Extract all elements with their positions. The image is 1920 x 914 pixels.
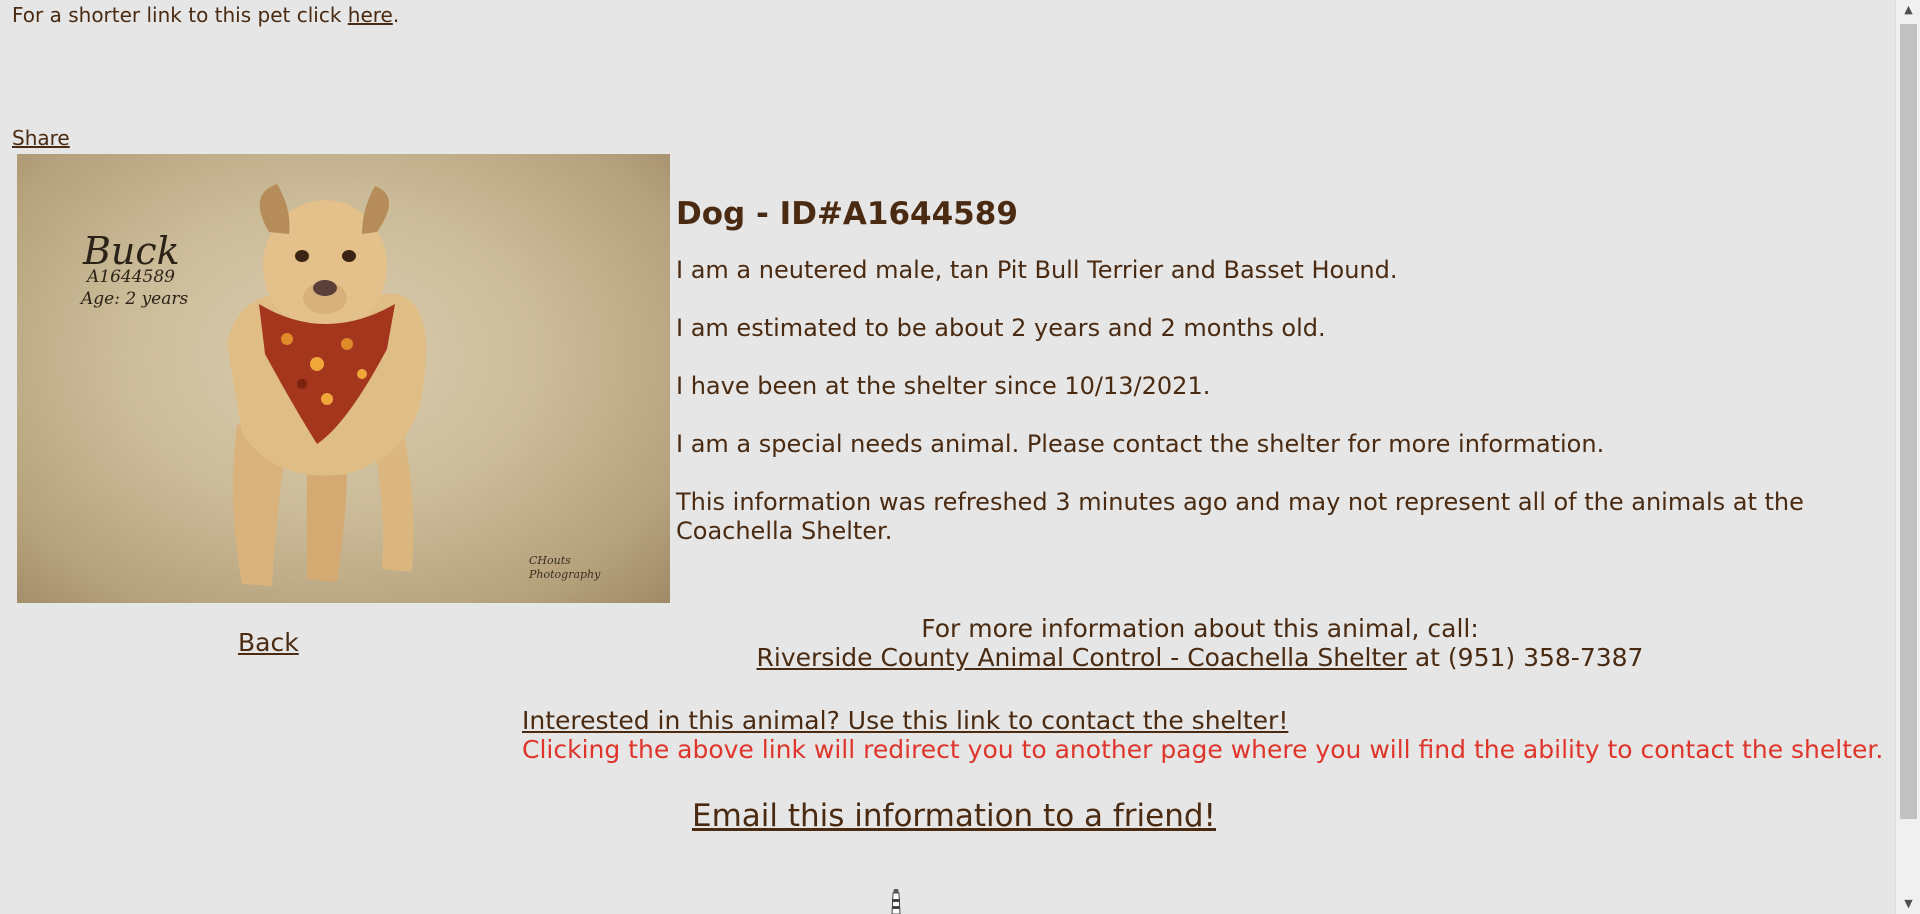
- photo-credit-line2: Photography: [529, 568, 601, 581]
- chevron-up-icon[interactable]: ▲: [1896, 0, 1920, 20]
- shelter-link[interactable]: Riverside County Animal Control - Coache…: [757, 643, 1407, 672]
- vertical-scrollbar[interactable]: ▲ ▼: [1895, 0, 1920, 914]
- contact-shelter-link[interactable]: Interested in this animal? Use this link…: [522, 706, 1288, 735]
- photo-pet-id: A1644589: [87, 267, 175, 287]
- interested-block: Interested in this animal? Use this link…: [522, 706, 1883, 764]
- photo-pet-age: Age: 2 years: [81, 289, 189, 309]
- email-friend-link[interactable]: Email this information to a friend!: [692, 798, 1216, 834]
- short-link-suffix: .: [392, 3, 400, 27]
- scrollbar-thumb[interactable]: [1900, 24, 1917, 819]
- contact-block: For more information about this animal, …: [520, 614, 1880, 672]
- pet-shelter-date: I have been at the shelter since 10/13/2…: [676, 372, 1211, 400]
- refresh-notice: This information was refreshed 3 minutes…: [676, 488, 1804, 545]
- shelter-phone: at (951) 358-7387: [1406, 643, 1644, 672]
- share-link[interactable]: Share: [12, 126, 70, 150]
- pet-photo: Buck A1644589 Age: 2 years CHouts Photog…: [17, 154, 670, 603]
- pet-age-estimate: I am estimated to be about 2 years and 2…: [676, 314, 1326, 342]
- short-link-here[interactable]: here: [348, 3, 393, 27]
- short-link-line: For a shorter link to this pet click her…: [12, 3, 399, 27]
- back-link[interactable]: Back: [238, 628, 299, 657]
- photo-credit: CHouts Photography: [529, 554, 600, 582]
- pet-description: I am a neutered male, tan Pit Bull Terri…: [676, 256, 1398, 284]
- contact-intro: For more information about this animal, …: [921, 614, 1479, 643]
- pet-special-needs: I am a special needs animal. Please cont…: [676, 430, 1605, 458]
- page: For a shorter link to this pet click her…: [0, 0, 1895, 914]
- pet-info: Dog - ID#A1644589 I am a neutered male, …: [676, 196, 1876, 575]
- pet-title: Dog - ID#A1644589: [676, 196, 1018, 232]
- short-link-prefix: For a shorter link to this pet click: [12, 3, 348, 27]
- contact-line: Riverside County Animal Control - Coache…: [520, 643, 1880, 672]
- lighthouse-icon: [891, 889, 901, 914]
- chevron-down-icon[interactable]: ▼: [1896, 894, 1920, 914]
- dog-illustration: [227, 184, 427, 586]
- photo-credit-line1: CHouts: [529, 554, 571, 567]
- redirect-note: Clicking the above link will redirect yo…: [522, 735, 1884, 764]
